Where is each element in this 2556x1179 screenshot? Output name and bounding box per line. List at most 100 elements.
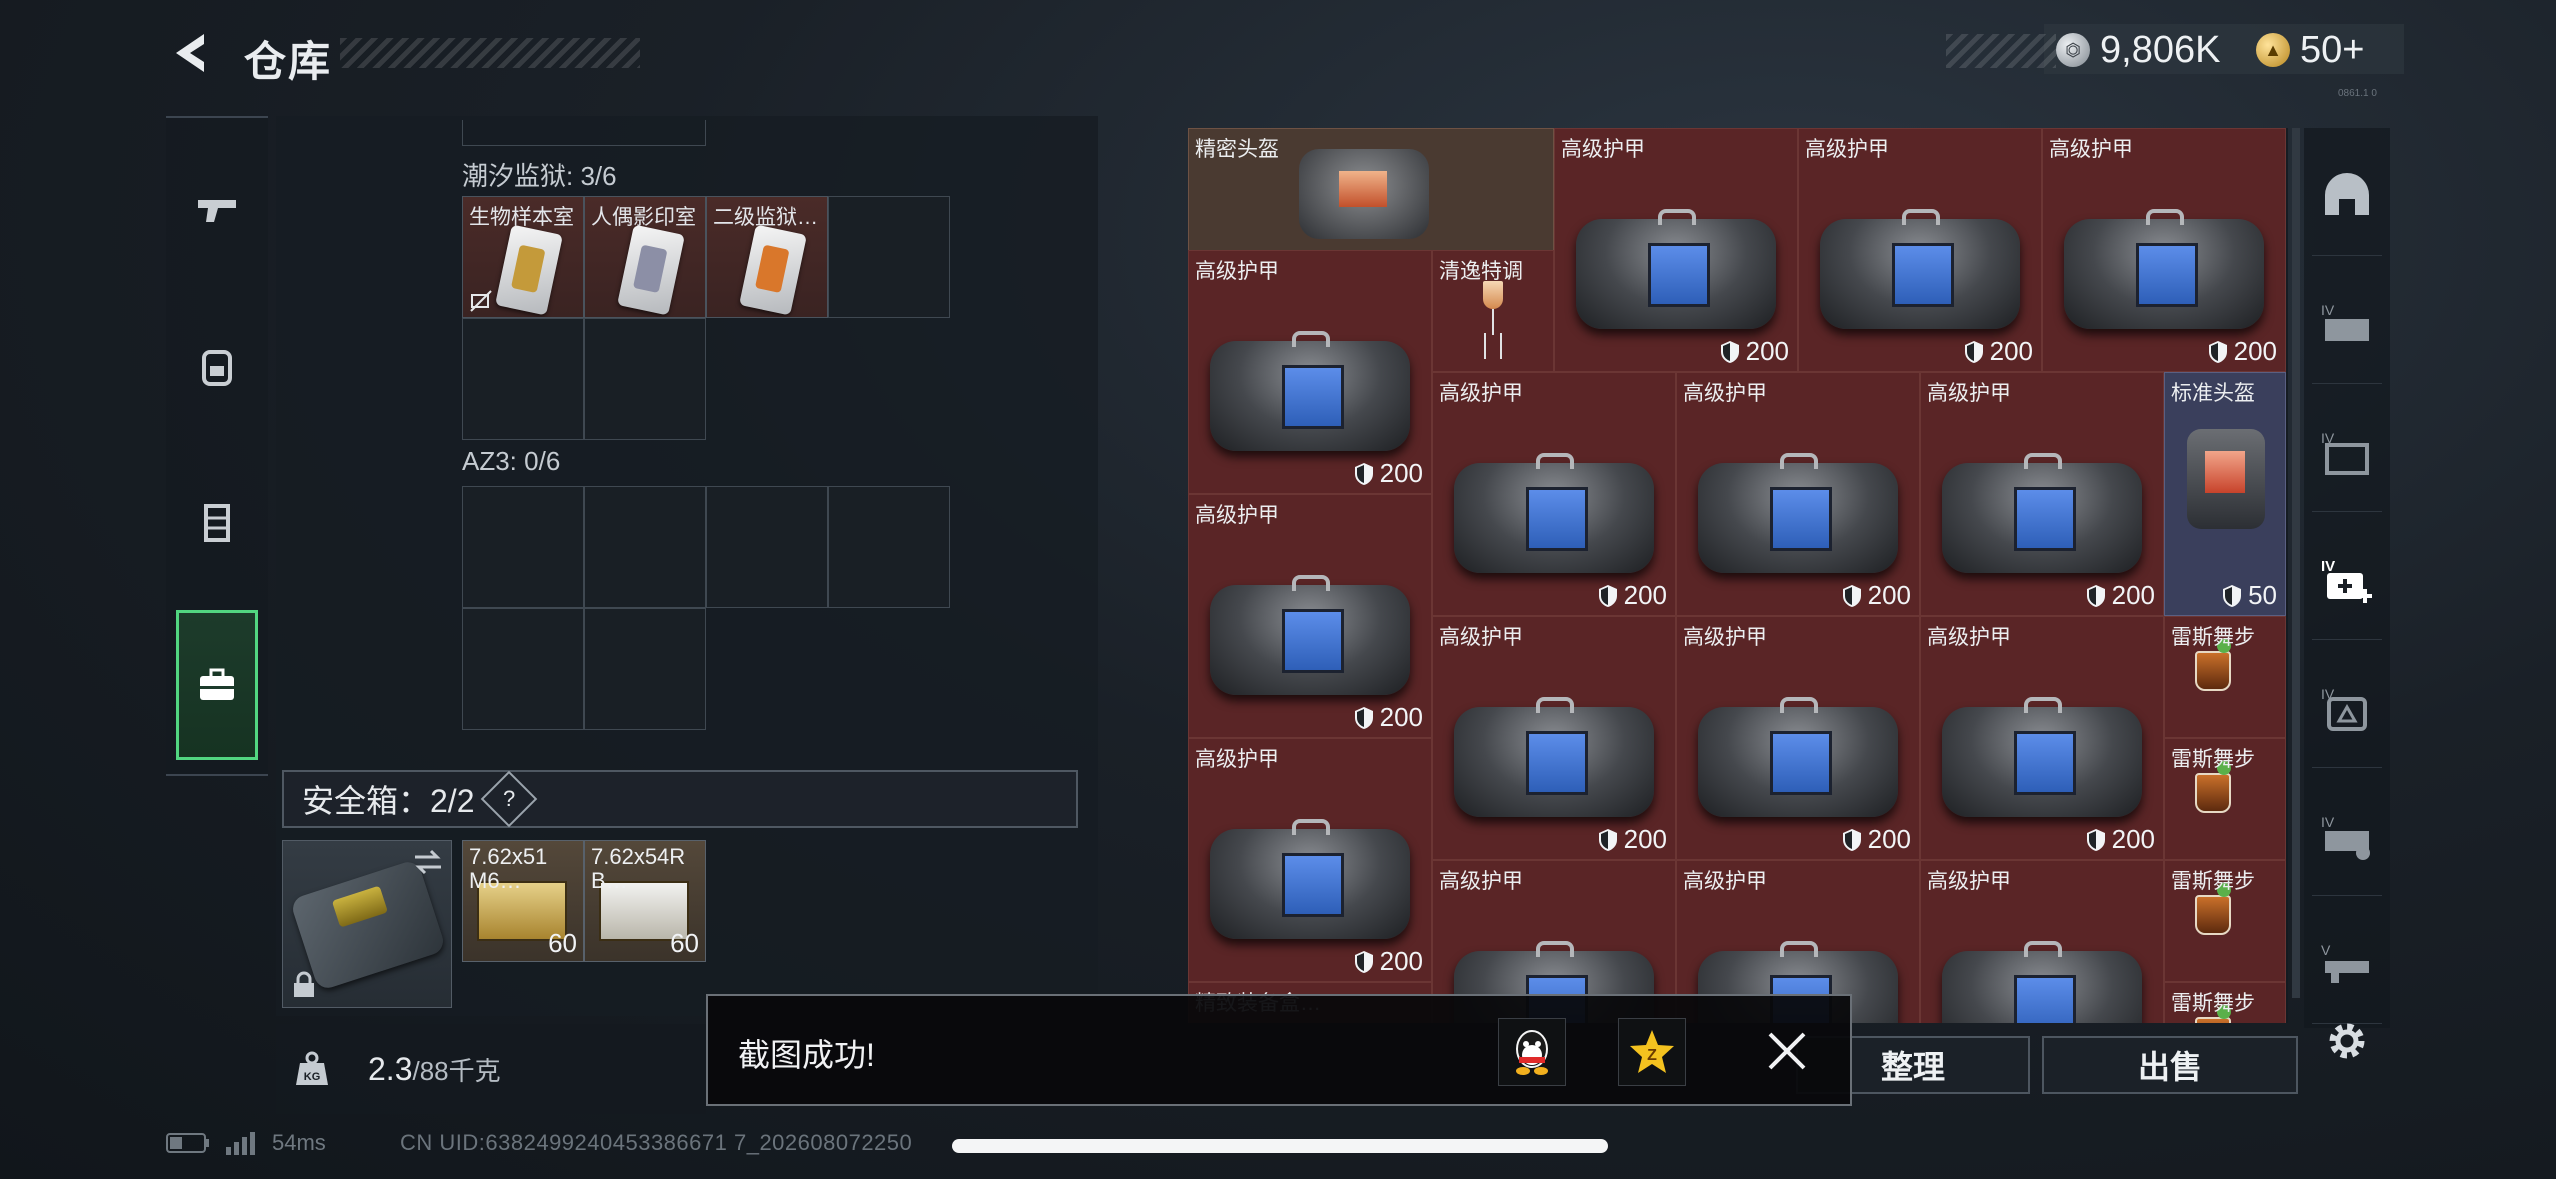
stash-item[interactable]: 高级护甲 200 xyxy=(1676,372,1920,616)
item-value-number: 200 xyxy=(2233,336,2277,366)
empty-slot[interactable] xyxy=(462,318,584,440)
stash-item[interactable]: 高级护甲 200 xyxy=(1920,616,2164,860)
swap-icon[interactable] xyxy=(411,849,445,875)
grid-gap xyxy=(828,608,950,730)
stash-item[interactable]: 高级护甲 200 xyxy=(1188,738,1432,982)
item-name: 高级护甲 xyxy=(1561,138,1645,161)
shield-icon xyxy=(2086,828,2105,851)
empty-slot[interactable] xyxy=(706,486,828,608)
stash-item[interactable]: 高级护甲 xyxy=(1920,860,2164,1023)
item-name: 标准头盔 xyxy=(2171,382,2255,405)
help-icon[interactable]: ? xyxy=(480,770,537,828)
silver-amount: 9,806K xyxy=(2100,28,2221,71)
pistol-icon xyxy=(198,200,236,222)
stash-scrollbar[interactable] xyxy=(2292,128,2300,998)
keycard-icon xyxy=(617,224,685,316)
item-value: 200 xyxy=(1354,702,1423,733)
stash-item[interactable]: 高级护甲 200 xyxy=(1676,616,1920,860)
stash-item[interactable]: 标准头盔 50 xyxy=(2164,372,2286,616)
silver-currency[interactable]: ⏣ 9,806K xyxy=(2056,24,2220,76)
shield-icon xyxy=(1598,584,1617,607)
category-vest[interactable] xyxy=(176,448,258,598)
filter-key-iv[interactable]: IV xyxy=(2312,776,2382,896)
filter-weapon-v[interactable]: V xyxy=(2312,904,2382,1024)
armor-icon xyxy=(1942,453,2142,574)
item-name: 高级护甲 xyxy=(1439,626,1523,649)
stash-item[interactable]: 雷斯舞步 xyxy=(2164,982,2286,1023)
gold-coin-icon: ▲ xyxy=(2256,33,2290,67)
container-label-prison: 潮汐监狱: 3/6 xyxy=(462,161,617,191)
item-value-number: 200 xyxy=(1623,824,1667,854)
empty-slot[interactable] xyxy=(462,486,584,608)
filter-med-iv[interactable]: IV xyxy=(2312,520,2382,640)
svg-text:KG: KG xyxy=(304,1071,321,1083)
settings-gear-icon[interactable] xyxy=(2322,1016,2372,1066)
stash-item[interactable]: 清逸特调 xyxy=(1432,250,1554,372)
silver-coin-icon: ⏣ xyxy=(2056,33,2090,67)
svg-text:IV: IV xyxy=(2321,558,2335,575)
stash-item[interactable]: 高级护甲 200 xyxy=(1554,128,1798,372)
filter-armor-iv[interactable]: IV xyxy=(2312,264,2382,384)
empty-slot[interactable] xyxy=(828,486,950,608)
item-value-number: 200 xyxy=(1989,336,2033,366)
stash-item[interactable]: 高级护甲 200 xyxy=(1920,372,2164,616)
stash-item[interactable]: 高级护甲 200 xyxy=(1432,616,1676,860)
stash-item[interactable]: 高级护甲 200 xyxy=(1798,128,2042,372)
share-qq-button[interactable] xyxy=(1498,1018,1566,1086)
stash-item[interactable]: 高级护甲 200 xyxy=(1188,250,1432,494)
armor-icon xyxy=(1698,453,1898,574)
filter-helmet[interactable] xyxy=(2312,136,2382,256)
item-value: 200 xyxy=(2086,824,2155,855)
filter-rig-iv[interactable]: IV xyxy=(2312,392,2382,512)
empty-slot[interactable] xyxy=(584,318,706,440)
empty-slot[interactable] xyxy=(828,196,950,318)
briefcase-icon xyxy=(200,668,234,700)
gold-currency[interactable]: ▲ 50+ xyxy=(2256,24,2364,76)
weapon-filter-icon: V xyxy=(2321,942,2369,983)
stash-item[interactable]: 高级护甲 200 xyxy=(2042,128,2286,372)
container-grid-top xyxy=(462,120,706,146)
item-value: 200 xyxy=(1720,336,1789,367)
key-card-item[interactable]: 二级监狱… xyxy=(706,196,828,318)
stash-item[interactable]: 雷斯舞步 xyxy=(2164,738,2286,860)
close-icon[interactable] xyxy=(1762,1026,1812,1076)
battery-icon xyxy=(166,1133,209,1153)
item-name: 雷斯舞步 xyxy=(2171,870,2255,893)
ammo-item[interactable]: 7.62x51 M6… 60 xyxy=(462,840,584,962)
signal-icon xyxy=(226,1132,255,1155)
item-name: 高级护甲 xyxy=(2049,138,2133,161)
back-arrow-icon[interactable] xyxy=(166,28,216,78)
ammo-item[interactable]: 7.62x54R B… 60 xyxy=(584,840,706,962)
empty-slot[interactable] xyxy=(584,486,706,608)
item-name: 雷斯舞步 xyxy=(2171,626,2255,649)
safe-box-slot[interactable] xyxy=(282,840,452,1008)
stash-item[interactable]: 雷斯舞步 xyxy=(2164,616,2286,738)
share-qzone-button[interactable]: Z xyxy=(1618,1018,1686,1086)
key-card-item[interactable]: 人偶影印室 xyxy=(584,196,706,318)
item-name: 高级护甲 xyxy=(1805,138,1889,161)
helmet-icon xyxy=(2187,429,2265,529)
shield-icon xyxy=(1964,340,1983,363)
key-card-item[interactable]: 生物样本室 xyxy=(462,196,584,318)
stash-item[interactable]: 高级护甲 200 xyxy=(1188,494,1432,738)
svg-text:Z: Z xyxy=(1647,1047,1657,1064)
container-grid-prison: 生物样本室 人偶影印室 二级监狱… xyxy=(462,196,950,440)
category-backpack[interactable] xyxy=(176,292,258,442)
armor-icon xyxy=(1576,209,1776,330)
sell-button[interactable]: 出售 xyxy=(2042,1036,2298,1094)
cocktail-icon xyxy=(2195,1005,2231,1023)
shield-icon xyxy=(2086,584,2105,607)
shield-icon xyxy=(1354,462,1373,485)
filter-backpack-iv[interactable]: IV xyxy=(2312,648,2382,768)
empty-slot[interactable] xyxy=(584,608,706,730)
stash-item[interactable]: 雷斯舞步 xyxy=(2164,860,2286,982)
item-value: 200 xyxy=(2208,336,2277,367)
category-case[interactable] xyxy=(176,610,258,760)
item-name: 高级护甲 xyxy=(1195,748,1279,771)
keycard-icon xyxy=(495,224,563,316)
armor-icon xyxy=(1210,575,1410,696)
empty-slot[interactable] xyxy=(462,608,584,730)
home-indicator[interactable] xyxy=(952,1139,1608,1153)
stash-item[interactable]: 高级护甲 200 xyxy=(1432,372,1676,616)
category-pistol[interactable] xyxy=(176,136,258,286)
